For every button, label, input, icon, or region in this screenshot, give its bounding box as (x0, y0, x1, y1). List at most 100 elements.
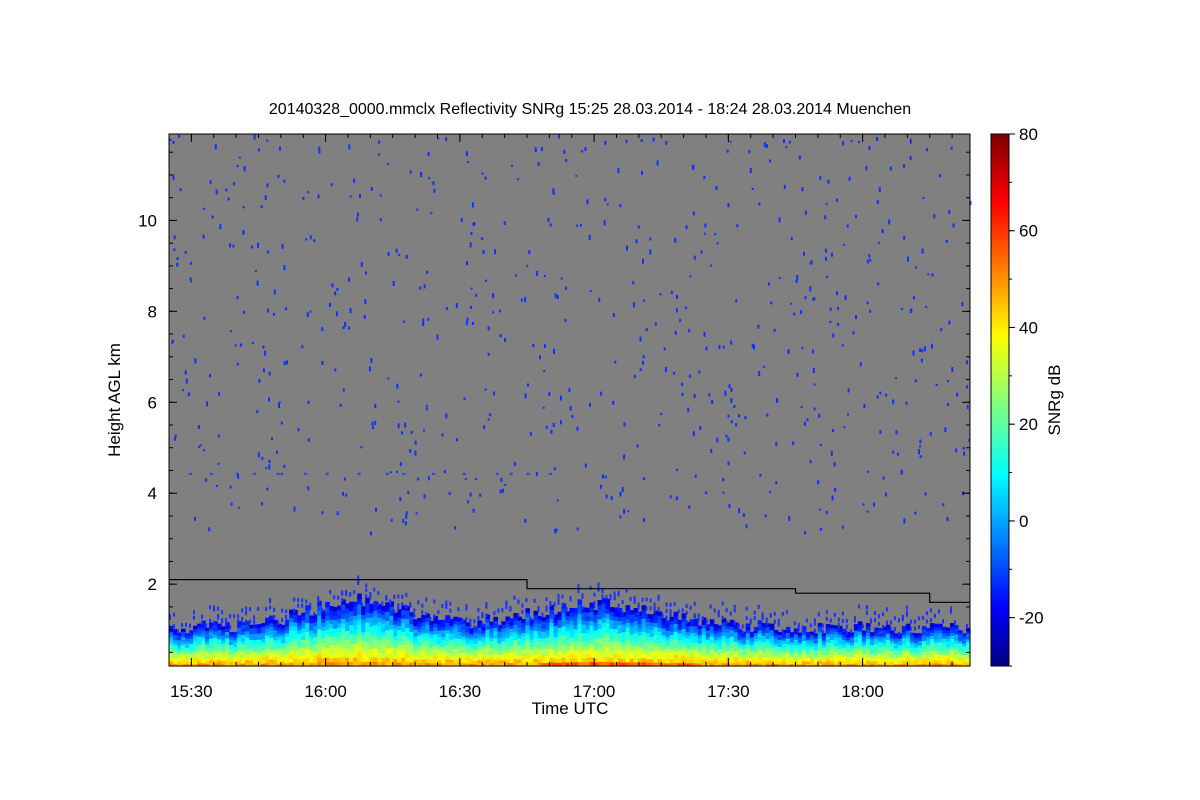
noise-pixel (688, 505, 691, 509)
echo-cell (453, 641, 458, 646)
echo-cell (373, 629, 378, 635)
noise-pixel (236, 296, 239, 300)
echo-cell (829, 657, 835, 661)
echo-cell (369, 652, 374, 658)
noise-pixel (881, 229, 884, 234)
echo-cell (657, 646, 663, 651)
echo-cell (373, 619, 378, 625)
echo-cell (497, 660, 502, 664)
echo-cell (385, 647, 390, 653)
echo-cell (373, 605, 378, 611)
echo-cell (225, 621, 228, 626)
echo-cell (561, 621, 567, 627)
echo-cell (653, 602, 656, 607)
echo-cell (389, 638, 394, 644)
echo-cell (573, 632, 579, 638)
noise-pixel (728, 504, 731, 509)
echo-cell (353, 629, 358, 635)
echo-cell (325, 606, 330, 612)
echo-cell (897, 631, 900, 636)
noise-pixel (495, 472, 499, 475)
noise-pixel (703, 331, 706, 337)
echo-cell (577, 608, 583, 615)
noise-pixel (427, 317, 430, 321)
echo-cell (481, 614, 484, 619)
noise-pixel (642, 518, 645, 522)
echo-cell (385, 606, 390, 612)
echo-cell (373, 642, 378, 649)
echo-cell (465, 631, 470, 636)
echo-cell (369, 657, 374, 663)
noise-pixel (804, 531, 806, 535)
noise-pixel (423, 494, 426, 499)
echo-cell (197, 650, 202, 655)
echo-cell (585, 636, 591, 642)
echo-cell (681, 608, 684, 613)
echo-cell (669, 655, 675, 660)
noise-pixel (371, 421, 374, 426)
echo-cell (365, 622, 370, 628)
echo-cell (269, 622, 274, 627)
echo-cell (673, 601, 676, 606)
echo-cell (277, 620, 280, 625)
echo-cell (301, 598, 304, 603)
noise-pixel (705, 346, 708, 351)
echo-cell (325, 647, 330, 653)
echo-cell (793, 628, 799, 632)
colorbar-tick-label: -20 (1019, 609, 1044, 628)
noise-pixel (379, 218, 382, 222)
echo-cell (477, 616, 480, 621)
echo-cell (377, 626, 382, 632)
echo-cell (625, 644, 631, 650)
noise-pixel (445, 413, 448, 419)
noise-pixel (947, 403, 949, 407)
echo-cell (593, 626, 599, 631)
echo-cell (453, 659, 458, 664)
echo-cell (809, 623, 812, 628)
noise-pixel (903, 164, 905, 168)
noise-pixel (187, 392, 190, 397)
echo-cell (773, 611, 776, 616)
echo-cell (393, 609, 396, 614)
noise-pixel (303, 472, 307, 475)
echo-cell (913, 633, 919, 637)
echo-cell (293, 646, 298, 651)
echo-cell (645, 654, 651, 660)
echo-cell (517, 641, 522, 646)
noise-pixel (268, 464, 271, 470)
noise-pixel (884, 492, 887, 497)
echo-cell (885, 639, 891, 643)
echo-cell (397, 641, 402, 647)
echo-cell (829, 645, 835, 649)
noise-pixel (660, 413, 663, 416)
echo-cell (938, 609, 940, 614)
echo-cell (365, 612, 370, 618)
noise-pixel (676, 468, 678, 471)
echo-cell (533, 626, 539, 632)
noise-pixel (576, 224, 579, 227)
noise-pixel (946, 517, 949, 521)
echo-cell (905, 660, 911, 664)
echo-cell (577, 656, 583, 662)
echo-cell (513, 650, 518, 656)
echo-cell (513, 613, 518, 618)
noise-pixel (801, 347, 804, 349)
echo-cell (337, 614, 342, 619)
echo-cell (409, 658, 414, 663)
echo-cell (585, 649, 591, 655)
echo-cell (633, 596, 636, 601)
echo-cell (289, 609, 294, 615)
noise-pixel (847, 388, 850, 393)
echo-cell (609, 628, 615, 633)
noise-pixel (735, 299, 738, 303)
echo-cell (681, 635, 687, 641)
echo-cell (269, 658, 274, 663)
echo-cell (425, 647, 430, 652)
noise-pixel (242, 310, 245, 314)
echo-cell (829, 633, 835, 638)
echo-cell (373, 647, 378, 653)
echo-cell (721, 601, 724, 606)
noise-pixel (913, 296, 915, 300)
echo-cell (745, 635, 751, 640)
noise-pixel (402, 518, 405, 523)
